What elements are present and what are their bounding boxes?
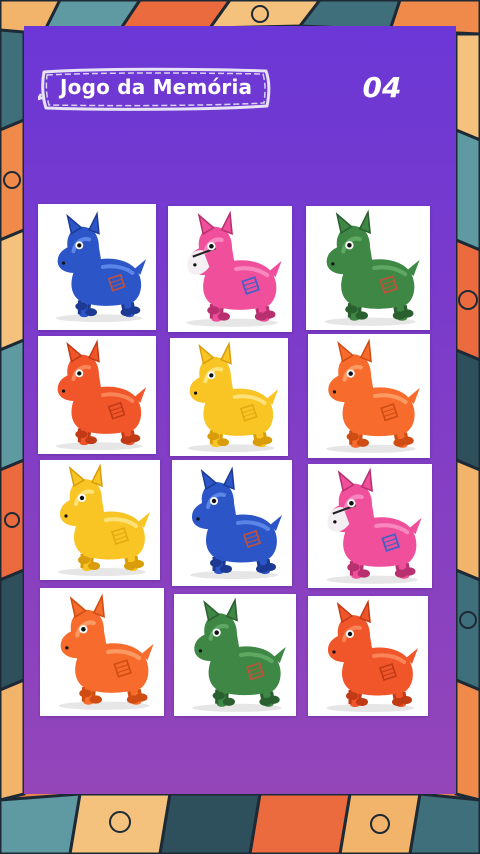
pink-bouncy-horse-image <box>308 464 432 588</box>
memory-card-4[interactable] <box>38 336 156 454</box>
memory-card-12[interactable] <box>308 596 428 716</box>
orange-bouncy-horse-image <box>308 334 430 458</box>
memory-card-2[interactable] <box>168 206 292 332</box>
memory-card-10[interactable] <box>40 588 164 716</box>
orange-red-bouncy-horse-image <box>38 336 156 454</box>
orange-red-bouncy-horse-image <box>308 596 428 716</box>
move-counter: 04 <box>362 71 402 104</box>
memory-card-3[interactable] <box>306 206 430 330</box>
memory-card-1[interactable] <box>38 204 156 330</box>
blue-bouncy-horse-image <box>38 204 156 330</box>
memory-card-6[interactable] <box>308 334 430 458</box>
yellow-bouncy-horse-image <box>170 338 288 456</box>
green-bouncy-horse-image <box>306 206 430 330</box>
blue-bouncy-horse-image <box>172 460 292 586</box>
green-bouncy-horse-image <box>174 594 296 716</box>
memory-card-5[interactable] <box>170 338 288 456</box>
memory-card-11[interactable] <box>174 594 296 716</box>
memory-card-7[interactable] <box>40 460 160 580</box>
orange-bouncy-horse-image <box>40 588 164 716</box>
yellow-bouncy-horse-image <box>40 460 160 580</box>
pink-bouncy-horse-image <box>168 206 292 332</box>
game-title: Jogo da Memória <box>60 75 253 99</box>
title-badge: Jogo da Memória <box>38 66 272 112</box>
memory-card-9[interactable] <box>308 464 432 588</box>
memory-card-8[interactable] <box>172 460 292 586</box>
game-screen: Jogo da Memória 04 <box>0 0 480 854</box>
